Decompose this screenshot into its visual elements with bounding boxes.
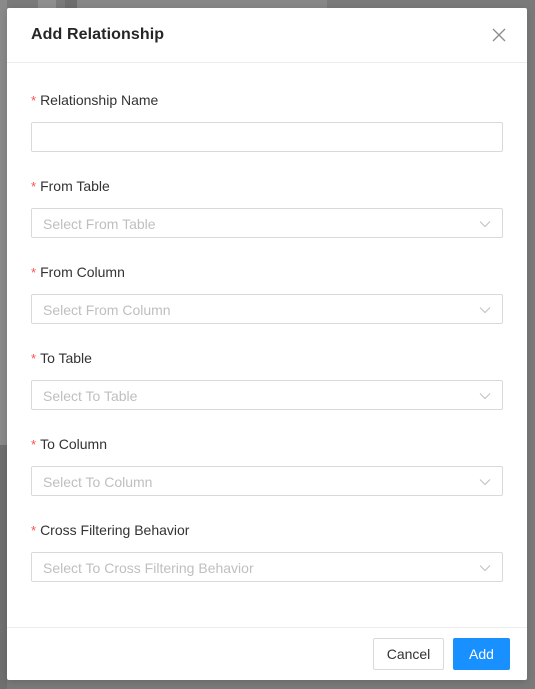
background-scroll-button bbox=[38, 0, 88, 8]
dialog-title: Add Relationship bbox=[31, 26, 165, 43]
add-button[interactable]: Add bbox=[453, 638, 510, 670]
relationship-name-field: * Relationship Name bbox=[31, 90, 503, 152]
required-mark: * bbox=[31, 351, 37, 366]
label-text: To Column bbox=[40, 436, 107, 452]
to-table-label: * To Table bbox=[31, 348, 503, 368]
cross-filtering-behavior-select[interactable]: Select To Cross Filtering Behavior bbox=[31, 552, 503, 582]
to-table-select[interactable]: Select To Table bbox=[31, 380, 503, 410]
from-table-field: * From Table Select From Table bbox=[31, 176, 503, 238]
chevron-down-icon bbox=[479, 221, 491, 228]
close-icon bbox=[492, 28, 506, 42]
dialog-body: * Relationship Name * From Table Select Fr… bbox=[7, 63, 527, 627]
close-button[interactable] bbox=[491, 27, 507, 43]
cross-filtering-behavior-label: * Cross Filtering Behavior bbox=[31, 520, 503, 540]
dialog-footer: Cancel Add bbox=[7, 627, 527, 680]
from-column-placeholder: Select From Column bbox=[43, 302, 171, 318]
chevron-down-icon bbox=[479, 393, 491, 400]
relationship-name-input-wrapper bbox=[31, 122, 503, 152]
cross-filtering-behavior-field: * Cross Filtering Behavior Select To Cros… bbox=[31, 520, 503, 582]
from-table-label: * From Table bbox=[31, 176, 503, 196]
required-mark: * bbox=[31, 93, 37, 108]
required-mark: * bbox=[31, 437, 37, 452]
chevron-down-icon bbox=[479, 565, 491, 572]
to-column-field: * To Column Select To Column bbox=[31, 434, 503, 496]
to-table-field: * To Table Select To Table bbox=[31, 348, 503, 410]
dialog-header: Add Relationship bbox=[7, 8, 527, 63]
relationship-name-label: * Relationship Name bbox=[31, 90, 503, 110]
required-mark: * bbox=[31, 523, 37, 538]
label-text: Relationship Name bbox=[40, 92, 159, 108]
add-relationship-dialog: Add Relationship * Relationship Name * Fro… bbox=[7, 8, 527, 680]
from-column-label: * From Column bbox=[31, 262, 503, 282]
to-column-label: * To Column bbox=[31, 434, 503, 454]
to-column-placeholder: Select To Column bbox=[43, 474, 153, 490]
label-text: From Table bbox=[40, 178, 110, 194]
label-text: To Table bbox=[40, 350, 92, 366]
to-column-select[interactable]: Select To Column bbox=[31, 466, 503, 496]
background-panel bbox=[65, 0, 77, 8]
background-panel bbox=[77, 0, 327, 8]
cancel-button[interactable]: Cancel bbox=[373, 638, 444, 670]
from-column-field: * From Column Select From Column bbox=[31, 262, 503, 324]
from-table-placeholder: Select From Table bbox=[43, 216, 156, 232]
chevron-down-icon bbox=[479, 479, 491, 486]
from-table-select[interactable]: Select From Table bbox=[31, 208, 503, 238]
label-text: From Column bbox=[40, 264, 125, 280]
to-table-placeholder: Select To Table bbox=[43, 388, 138, 404]
required-mark: * bbox=[31, 179, 37, 194]
label-text: Cross Filtering Behavior bbox=[40, 522, 190, 538]
required-mark: * bbox=[31, 265, 37, 280]
relationship-name-input[interactable] bbox=[32, 123, 502, 151]
from-column-select[interactable]: Select From Column bbox=[31, 294, 503, 324]
background-panel bbox=[0, 445, 7, 689]
chevron-down-icon bbox=[479, 307, 491, 314]
cross-filtering-behavior-placeholder: Select To Cross Filtering Behavior bbox=[43, 560, 254, 576]
